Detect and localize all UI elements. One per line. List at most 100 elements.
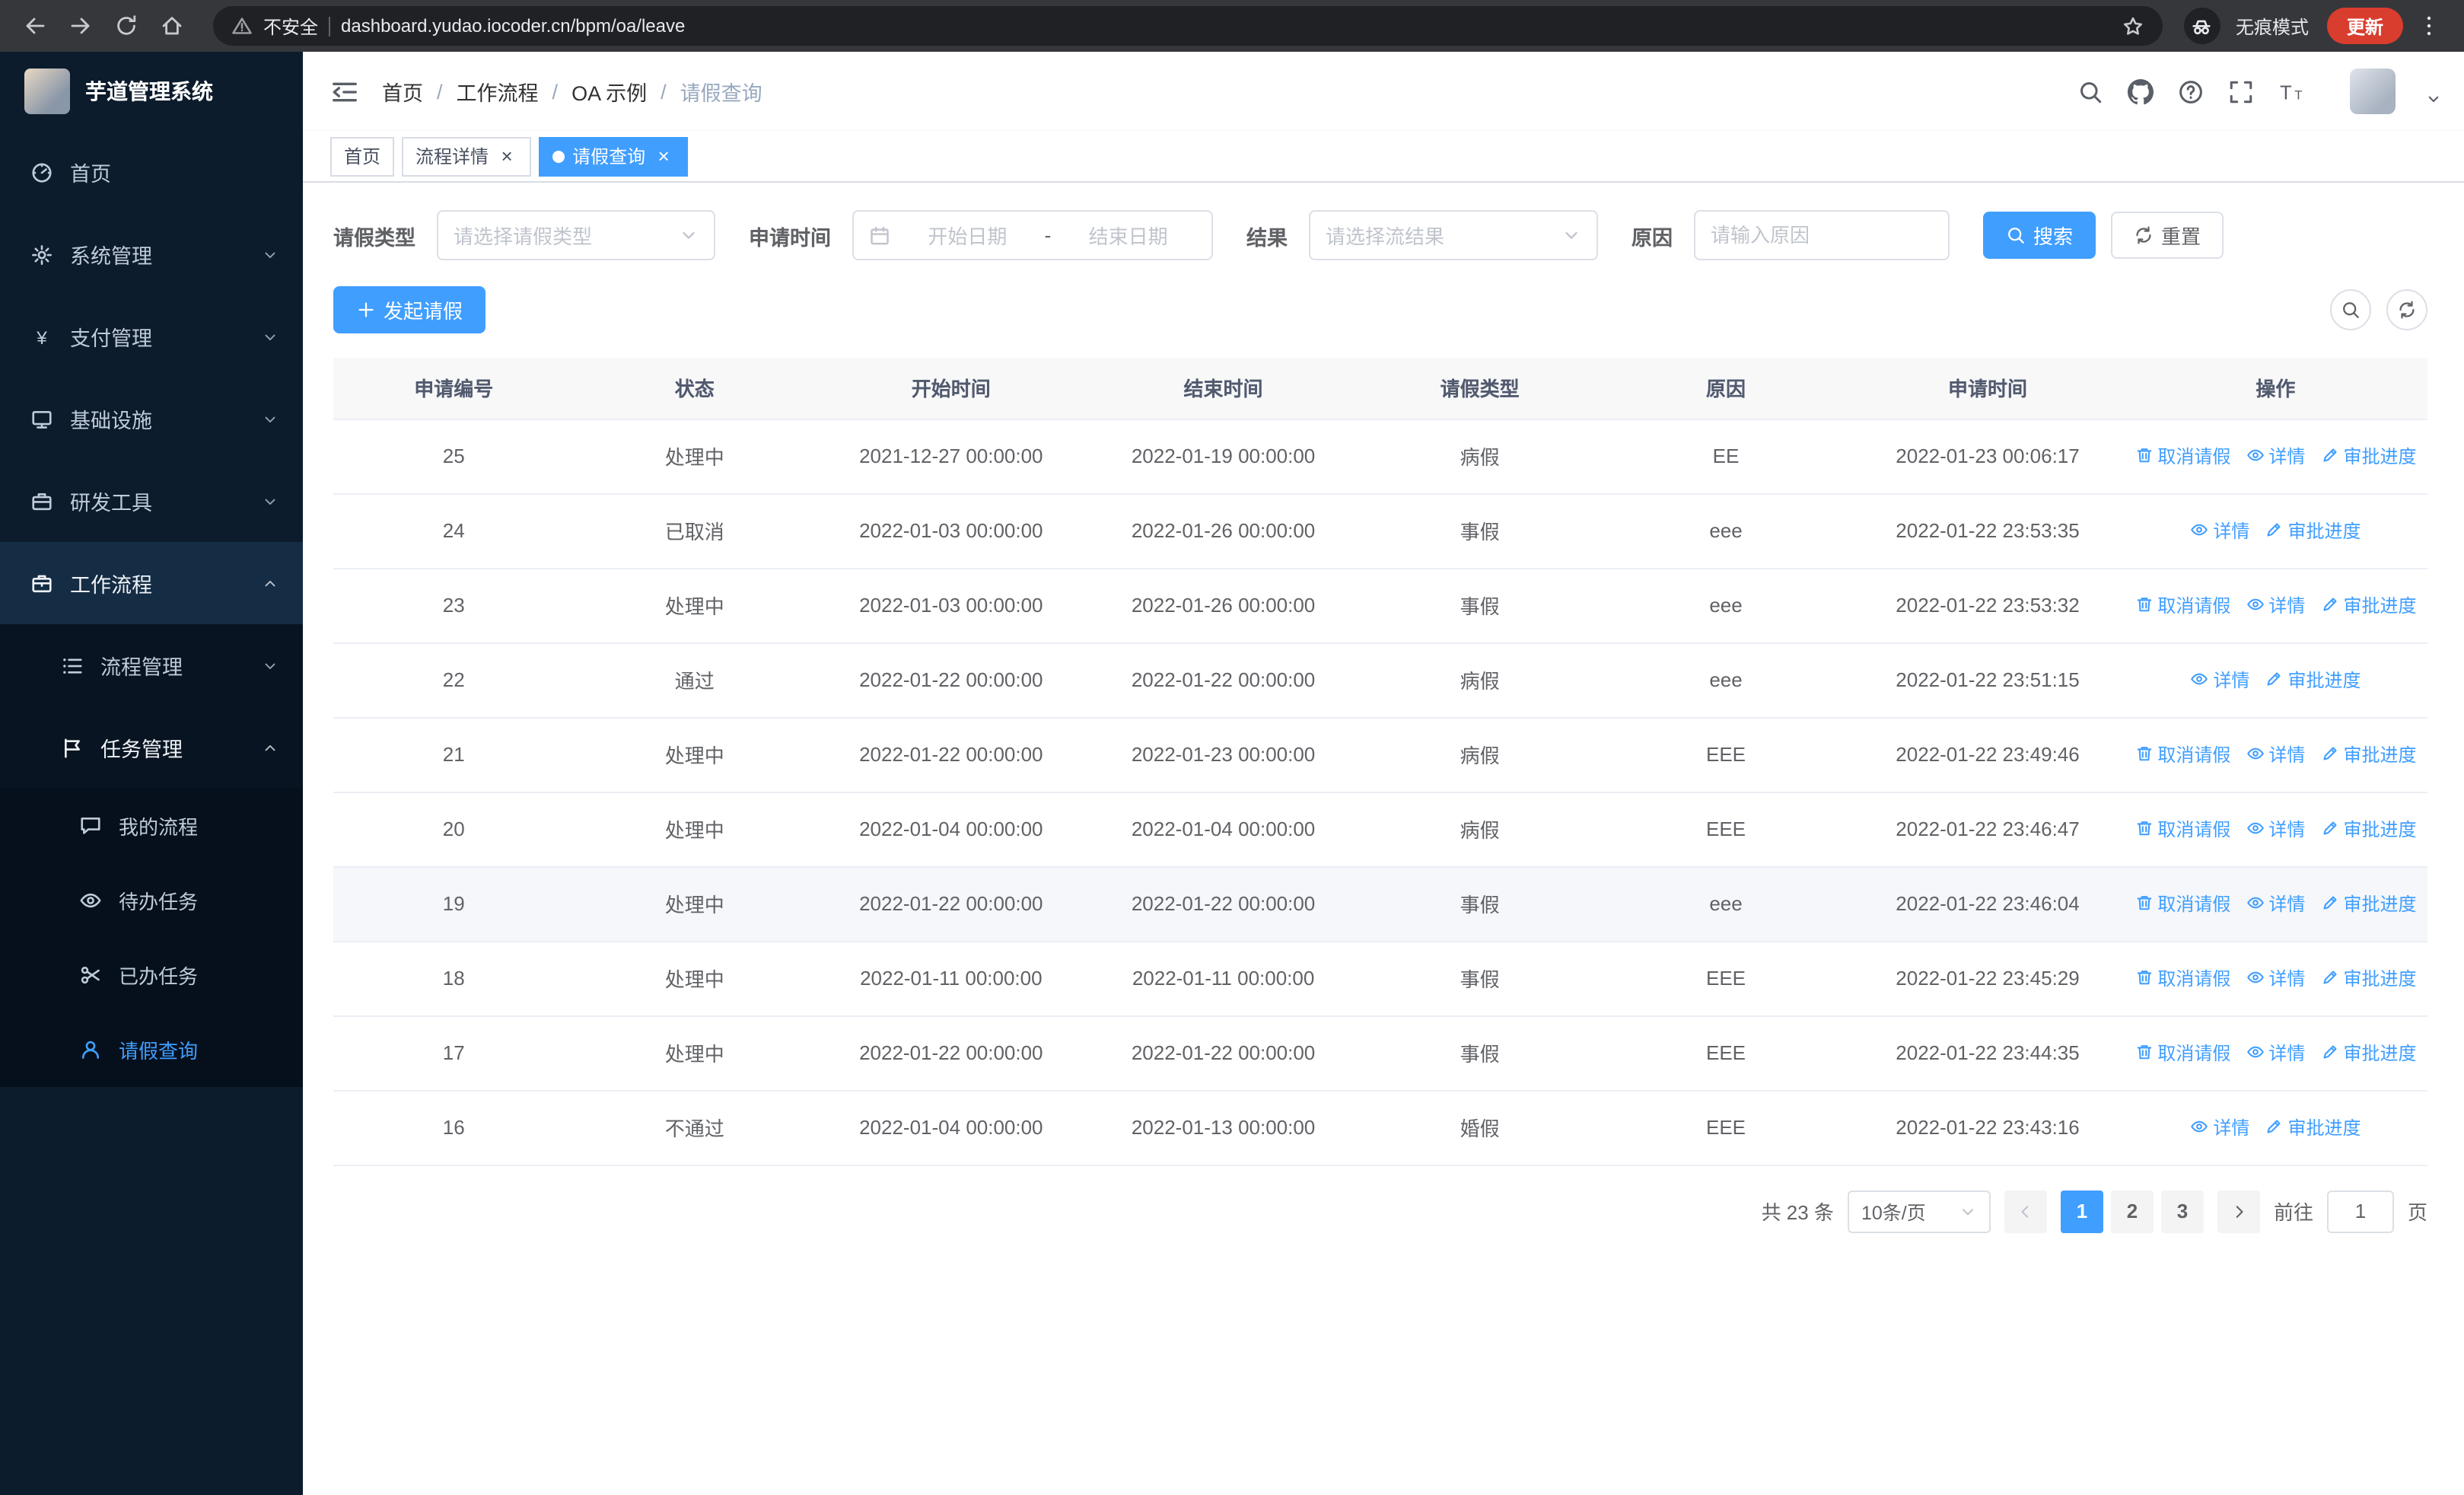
fullscreen-icon[interactable]: [2217, 68, 2265, 115]
progress-action-link[interactable]: 审批进度: [2265, 518, 2361, 543]
chevron-down-icon: [262, 657, 279, 674]
hamburger-icon[interactable]: [330, 77, 359, 106]
question-icon[interactable]: [2167, 68, 2214, 115]
chevron-down-icon: [262, 492, 279, 509]
table-refresh-button[interactable]: [2386, 289, 2427, 330]
reset-button[interactable]: 重置: [2111, 212, 2224, 259]
sidebar-item-dev-tools[interactable]: 研发工具: [0, 460, 303, 542]
page-button-1[interactable]: 1: [2060, 1190, 2103, 1232]
table-row[interactable]: 21 处理中 2022-01-22 00:00:00 2022-01-23 00:00…: [333, 717, 2427, 792]
font-size-icon[interactable]: TT: [2268, 68, 2315, 115]
cancel-action-link[interactable]: 取消请假: [2135, 592, 2230, 618]
column-header: 申请编号: [333, 358, 575, 419]
browser-home-icon[interactable]: [152, 6, 192, 46]
detail-action-link[interactable]: 详情: [2246, 741, 2305, 767]
detail-action-link[interactable]: 详情: [2246, 443, 2305, 469]
sidebar-item-done-tasks[interactable]: 已办任务: [0, 938, 303, 1012]
avatar[interactable]: [2350, 69, 2396, 114]
detail-action-link[interactable]: 详情: [2190, 1114, 2249, 1140]
sidebar-item-label: 待办任务: [119, 891, 199, 913]
address-bar[interactable]: 不安全 dashboard.yudao.iocoder.cn/bpm/oa/le…: [213, 6, 2163, 46]
github-icon[interactable]: [2117, 68, 2164, 115]
progress-action-link[interactable]: 审批进度: [2320, 891, 2416, 916]
close-icon[interactable]: ×: [653, 145, 674, 167]
browser-forward-icon[interactable]: [61, 6, 100, 46]
caret-down-icon[interactable]: [2424, 90, 2443, 108]
browser-menu-icon[interactable]: [2409, 6, 2449, 46]
sidebar-item-process-mgmt[interactable]: 流程管理: [0, 624, 303, 706]
cell-id: 16: [333, 1090, 575, 1165]
progress-action-link[interactable]: 审批进度: [2320, 741, 2416, 767]
sidebar-item-todo-tasks[interactable]: 待办任务: [0, 863, 303, 938]
search-icon[interactable]: [2067, 68, 2114, 115]
result-placeholder: 请选择流结果: [1326, 225, 1445, 248]
detail-action-link[interactable]: 详情: [2246, 592, 2305, 618]
table-row[interactable]: 16 不通过 2022-01-04 00:00:00 2022-01-13 00:00…: [333, 1090, 2427, 1165]
progress-action-link[interactable]: 审批进度: [2265, 667, 2361, 693]
table-row[interactable]: 25 处理中 2021-12-27 00:00:00 2022-01-19 00:00…: [333, 419, 2427, 494]
table-row[interactable]: 18 处理中 2022-01-11 00:00:00 2022-01-11 00:00…: [333, 941, 2427, 1016]
goto-page-input[interactable]: [2326, 1190, 2394, 1232]
cell-end_time: 2022-01-22 00:00:00: [1087, 1015, 1360, 1091]
prev-page-button[interactable]: [2004, 1190, 2047, 1232]
search-button[interactable]: 搜索: [1983, 212, 2096, 259]
bookmark-star-icon[interactable]: [2122, 14, 2144, 37]
sidebar-item-my-process[interactable]: 我的流程: [0, 789, 303, 863]
close-icon[interactable]: ×: [496, 145, 517, 167]
cell-apply_time: 2022-01-23 00:06:17: [1851, 419, 2124, 494]
table-row[interactable]: 24 已取消 2022-01-03 00:00:00 2022-01-26 00:00…: [333, 493, 2427, 569]
sidebar-item-home[interactable]: 首页: [0, 131, 303, 213]
progress-action-link[interactable]: 审批进度: [2320, 1040, 2416, 1066]
sidebar-item-infrastructure[interactable]: 基础设施: [0, 378, 303, 460]
detail-action-link[interactable]: 详情: [2246, 816, 2305, 842]
page-button-3[interactable]: 3: [2160, 1190, 2204, 1232]
table-row[interactable]: 17 处理中 2022-01-22 00:00:00 2022-01-22 00:00…: [333, 1015, 2427, 1091]
breadcrumb-item[interactable]: 首页: [382, 76, 423, 107]
result-select[interactable]: 请选择流结果: [1309, 210, 1598, 260]
progress-action-link[interactable]: 审批进度: [2265, 1114, 2361, 1140]
apply-time-range-picker[interactable]: 开始日期 - 结束日期: [852, 210, 1213, 260]
sidebar-item-payment-mgmt[interactable]: ¥ 支付管理: [0, 295, 303, 378]
detail-action-link[interactable]: 详情: [2190, 518, 2249, 543]
tab-leave-query[interactable]: 请假查询 ×: [539, 136, 689, 176]
tab-home[interactable]: 首页: [330, 136, 395, 176]
table-row[interactable]: 19 处理中 2022-01-22 00:00:00 2022-01-22 00:00…: [333, 866, 2427, 942]
page-size-select[interactable]: 10条/页: [1847, 1190, 1991, 1232]
table-row[interactable]: 22 通过 2022-01-22 00:00:00 2022-01-22 00:00:…: [333, 642, 2427, 718]
sidebar-item-workflow[interactable]: 工作流程: [0, 542, 303, 624]
progress-action-link[interactable]: 审批进度: [2320, 443, 2416, 469]
table-row[interactable]: 23 处理中 2022-01-03 00:00:00 2022-01-26 00:00…: [333, 568, 2427, 643]
eye-icon: [2246, 596, 2264, 614]
progress-action-link[interactable]: 审批进度: [2320, 816, 2416, 842]
progress-action-link[interactable]: 审批进度: [2320, 965, 2416, 991]
sidebar-item-system-mgmt[interactable]: 系统管理: [0, 213, 303, 295]
cancel-action-link[interactable]: 取消请假: [2135, 891, 2230, 916]
sidebar-item-task-mgmt[interactable]: 任务管理: [0, 706, 303, 789]
progress-action-link[interactable]: 审批进度: [2320, 592, 2416, 618]
detail-action-link[interactable]: 详情: [2246, 891, 2305, 916]
cancel-action-link[interactable]: 取消请假: [2135, 965, 2230, 991]
breadcrumb-item[interactable]: OA 示例: [571, 76, 647, 107]
cancel-action-link[interactable]: 取消请假: [2135, 1040, 2230, 1066]
cell-id: 22: [333, 642, 575, 718]
cancel-action-link[interactable]: 取消请假: [2135, 816, 2230, 842]
sidebar-item-leave-query[interactable]: 请假查询: [0, 1012, 303, 1087]
create-leave-button[interactable]: 发起请假: [333, 286, 486, 333]
reason-input[interactable]: [1694, 210, 1950, 260]
table-row[interactable]: 20 处理中 2022-01-04 00:00:00 2022-01-04 00:00…: [333, 792, 2427, 867]
tab-process-detail[interactable]: 流程详情 ×: [402, 136, 532, 176]
browser-back-icon[interactable]: [15, 6, 55, 46]
table-search-button[interactable]: [2330, 289, 2371, 330]
next-page-button[interactable]: [2217, 1190, 2260, 1232]
cancel-action-link[interactable]: 取消请假: [2135, 443, 2230, 469]
detail-action-link[interactable]: 详情: [2246, 965, 2305, 991]
page-button-2[interactable]: 2: [2110, 1190, 2154, 1232]
breadcrumb-item[interactable]: 工作流程: [457, 76, 539, 107]
edit-icon: [2320, 745, 2338, 763]
browser-reload-icon[interactable]: [107, 6, 146, 46]
cancel-action-link[interactable]: 取消请假: [2135, 741, 2230, 767]
detail-action-link[interactable]: 详情: [2246, 1040, 2305, 1066]
detail-action-link[interactable]: 详情: [2190, 667, 2249, 693]
browser-update-button[interactable]: 更新: [2326, 8, 2403, 44]
leave-type-select[interactable]: 请选择请假类型: [437, 210, 715, 260]
